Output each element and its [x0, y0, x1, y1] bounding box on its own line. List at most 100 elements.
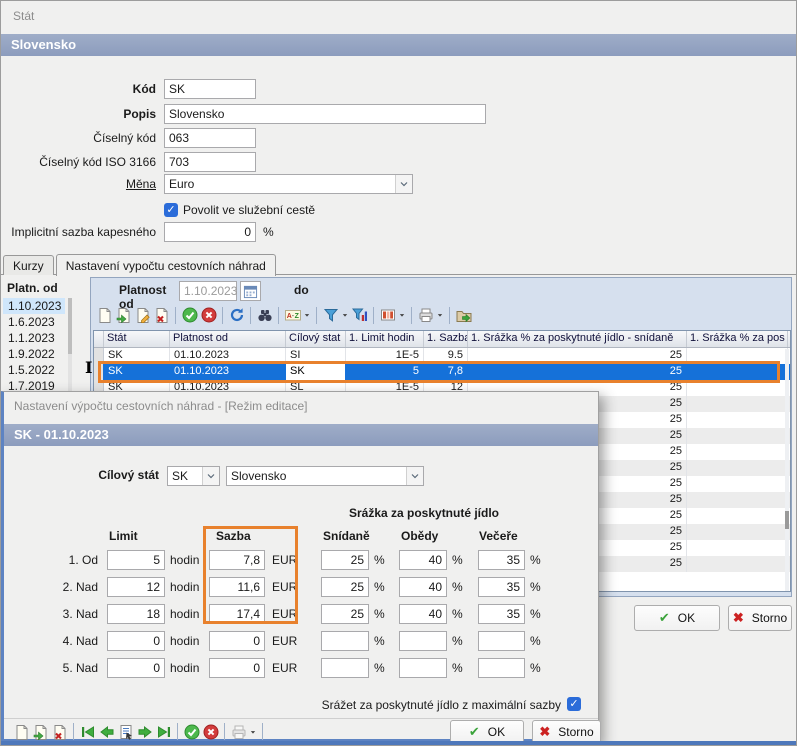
sazba-input[interactable]: 0: [209, 631, 265, 651]
confirm-icon[interactable]: [180, 306, 199, 325]
confirm-icon[interactable]: [182, 722, 201, 741]
refresh-icon[interactable]: [227, 306, 246, 325]
folder-export-icon[interactable]: [454, 306, 473, 325]
print-disabled-icon[interactable]: [229, 722, 248, 741]
nav-prev-icon[interactable]: [97, 722, 116, 741]
snidane-input[interactable]: 25: [321, 550, 369, 570]
storno-button[interactable]: ✖ Storno: [728, 605, 792, 631]
doc-delete-icon[interactable]: [152, 306, 171, 325]
filter-icon[interactable]: [321, 306, 340, 325]
column-header[interactable]: Stát: [104, 331, 170, 347]
ciselny-kod-field[interactable]: 063: [164, 128, 256, 148]
calendar-button[interactable]: [240, 281, 261, 301]
nav-next-icon[interactable]: [135, 722, 154, 741]
obedy-input[interactable]: 40: [399, 550, 447, 570]
vecere-input[interactable]: [478, 658, 525, 678]
table-row[interactable]: SK01.10.2023SK57,825: [94, 364, 790, 380]
table-cell: [687, 428, 788, 444]
validity-list-item[interactable]: 1.1.2023: [3, 330, 65, 346]
tab-kurzy[interactable]: Kurzy: [3, 255, 54, 275]
vecere-input[interactable]: 35: [478, 550, 525, 570]
nav-last-icon[interactable]: [154, 722, 173, 741]
limit-hodin-input[interactable]: 12: [107, 577, 165, 597]
doc-delete-icon[interactable]: [50, 722, 69, 741]
vecere-input[interactable]: 35: [478, 604, 525, 624]
percent-label: %: [374, 661, 385, 675]
table-toolbar: A-Z: [95, 304, 473, 326]
dropdown-caret-icon[interactable]: [248, 722, 258, 741]
cilovy-stat-name-combobox[interactable]: Slovensko: [226, 466, 424, 486]
validity-list-item[interactable]: 1.10.2023: [3, 298, 65, 314]
obedy-input[interactable]: 40: [399, 604, 447, 624]
column-header[interactable]: 1. Sazba: [424, 331, 468, 347]
print-icon[interactable]: [416, 306, 435, 325]
iso-field[interactable]: 703: [164, 152, 256, 172]
tab-nastaveni-nahrad[interactable]: Nastavení vypočtu cestovních náhrad: [56, 254, 276, 276]
cancel-icon[interactable]: [199, 306, 218, 325]
vecere-input[interactable]: 35: [478, 577, 525, 597]
column-header[interactable]: Platnost od: [170, 331, 286, 347]
sazba-input[interactable]: 17,4: [209, 604, 265, 624]
table-scrollbar[interactable]: [785, 349, 789, 591]
sazba-input[interactable]: 7,8: [209, 550, 265, 570]
validity-list-item[interactable]: 1.9.2022: [3, 346, 65, 362]
chevron-down-icon[interactable]: [406, 467, 423, 485]
binoculars-icon[interactable]: [255, 306, 274, 325]
column-header[interactable]: Cílový stat: [286, 331, 346, 347]
obedy-input[interactable]: [399, 631, 447, 651]
snidane-input[interactable]: 25: [321, 577, 369, 597]
dropdown-caret-icon[interactable]: [340, 306, 350, 325]
kod-field[interactable]: SK: [164, 79, 256, 99]
percent-label: %: [374, 634, 385, 648]
obedy-input[interactable]: 40: [399, 577, 447, 597]
limit-hodin-input[interactable]: 18: [107, 604, 165, 624]
vecere-input[interactable]: [478, 631, 525, 651]
cancel-icon[interactable]: [201, 722, 220, 741]
doc-new-icon[interactable]: [12, 722, 31, 741]
sazba-input[interactable]: 0: [209, 658, 265, 678]
cilovy-stat-code-combobox[interactable]: SK: [167, 466, 220, 486]
ok-button[interactable]: ✔ OK: [634, 605, 720, 631]
column-header[interactable]: 1. Limit hodin: [346, 331, 424, 347]
column-header[interactable]: 1. Srážka % za pos: [687, 331, 788, 347]
doc-import-icon[interactable]: [114, 306, 133, 325]
doc-edit-icon[interactable]: [133, 306, 152, 325]
form-row-kapesne: Implicitní sazba kapesného 0 %: [1, 221, 274, 242]
form-row-mena: Měna Euro: [1, 173, 413, 194]
limit-hodin-input[interactable]: 5: [107, 550, 165, 570]
limit-hodin-input[interactable]: 0: [107, 658, 165, 678]
povolit-checkbox[interactable]: ✓: [164, 203, 178, 217]
snidane-input[interactable]: [321, 658, 369, 678]
toolbar-separator: [373, 307, 374, 324]
limit-hodin-input[interactable]: 0: [107, 631, 165, 651]
dropdown-caret-icon[interactable]: [302, 306, 312, 325]
column-header[interactable]: 1. Srážka % za poskytnuté jídlo - snídan…: [468, 331, 687, 347]
table-cell: [687, 444, 788, 460]
dropdown-caret-icon[interactable]: [435, 306, 445, 325]
percent-label: %: [452, 634, 463, 648]
sazba-input[interactable]: 11,6: [209, 577, 265, 597]
nav-first-icon[interactable]: [78, 722, 97, 741]
obedy-input[interactable]: [399, 658, 447, 678]
platnost-od-date-input[interactable]: 1.10.2023: [179, 281, 237, 301]
dropdown-caret-icon[interactable]: [397, 306, 407, 325]
snidane-input[interactable]: 25: [321, 604, 369, 624]
doc-new-icon[interactable]: [95, 306, 114, 325]
columns-icon[interactable]: [378, 306, 397, 325]
filter-analysis-icon[interactable]: [350, 306, 369, 325]
validity-list-item[interactable]: 1.5.2022: [3, 362, 65, 378]
validity-scrollbar[interactable]: [68, 298, 72, 394]
mena-combobox[interactable]: Euro: [164, 174, 413, 194]
chevron-down-icon[interactable]: [202, 467, 219, 485]
column-header[interactable]: [94, 331, 104, 347]
validity-list-item[interactable]: 1.6.2023: [3, 314, 65, 330]
kapesne-field[interactable]: 0: [164, 222, 256, 242]
max-sazba-checkbox[interactable]: ✓: [567, 697, 581, 711]
chevron-down-icon[interactable]: [395, 175, 412, 193]
table-row[interactable]: SK01.10.2023SI1E-59.525: [94, 348, 790, 364]
sort-az-icon[interactable]: A-Z: [283, 306, 302, 325]
snidane-input[interactable]: [321, 631, 369, 651]
record-list-icon[interactable]: [116, 722, 135, 741]
doc-import-icon[interactable]: [31, 722, 50, 741]
popis-field[interactable]: Slovensko: [164, 104, 486, 124]
